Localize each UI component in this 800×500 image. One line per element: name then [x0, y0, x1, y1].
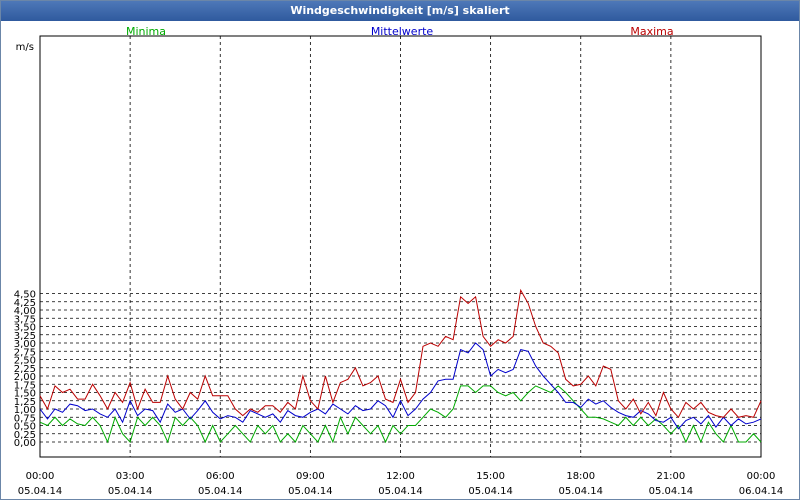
- x-axis-ticks: 00:00 05.04.14 03:00 05.04.14 06:00 05.04.14 0…: [18, 471, 784, 497]
- y-axis-ticks: 0,000,250,500,751,001,251,501,752,002,25…: [14, 290, 36, 450]
- x-tick-date: 05.04.14: [108, 486, 153, 497]
- x-tick-time: 12:00: [386, 471, 415, 482]
- x-tick-time: 09:00: [296, 471, 325, 482]
- x-tick-date: 05.04.14: [378, 486, 423, 497]
- x-tick-date: 05.04.14: [649, 486, 694, 497]
- x-tick-date: 05.04.14: [18, 486, 63, 497]
- x-tick-time: 15:00: [476, 471, 505, 482]
- x-tick-time: 00:00: [26, 471, 55, 482]
- x-tick-date: 05.04.14: [468, 486, 513, 497]
- legend-minima: Minima: [126, 25, 166, 38]
- legend-maxima: Maxima: [630, 25, 673, 38]
- x-tick-time: 21:00: [656, 471, 685, 482]
- x-tick-date: 05.04.14: [288, 486, 333, 497]
- y-tick-label: 4,50: [14, 290, 36, 301]
- x-tick-time: 00:00: [747, 471, 776, 482]
- chart-canvas: 0,000,250,500,751,001,251,501,752,002,25…: [14, 25, 784, 497]
- x-tick-date: 05.04.14: [558, 486, 603, 497]
- x-tick-time: 18:00: [566, 471, 595, 482]
- legend-mittelwerte: Mittelwerte: [371, 25, 434, 38]
- y-axis-label: m/s: [16, 42, 34, 53]
- x-tick-time: 06:00: [206, 471, 235, 482]
- x-tick-time: 03:00: [116, 471, 145, 482]
- x-tick-date: 05.04.14: [198, 486, 243, 497]
- x-tick-date: 06.04.14: [739, 486, 784, 497]
